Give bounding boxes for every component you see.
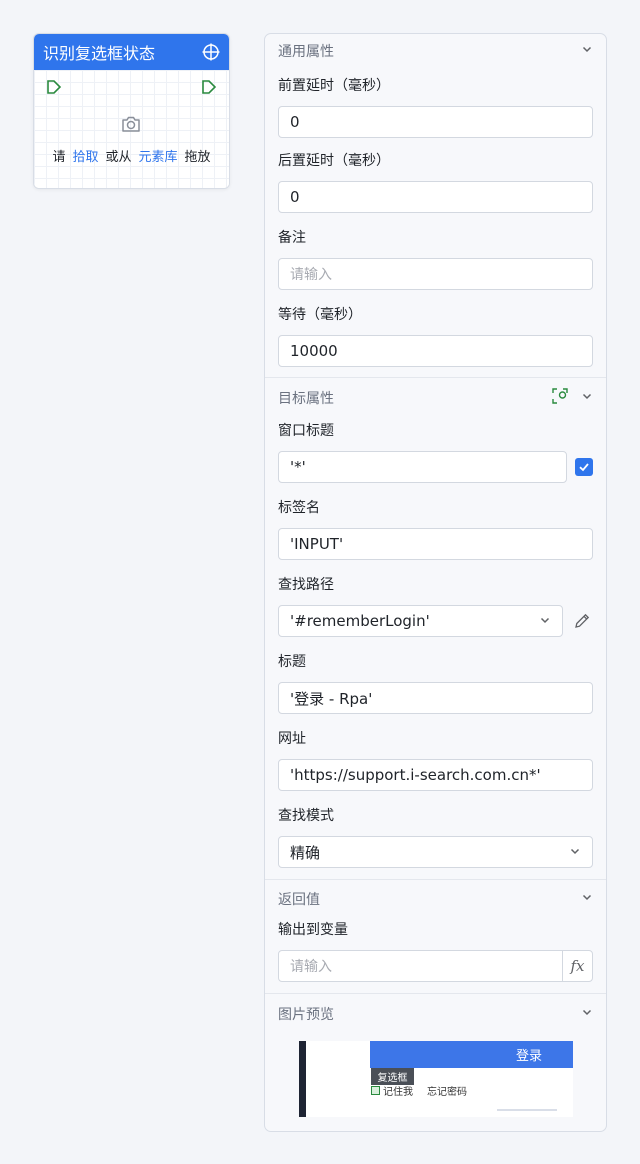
find-path-select[interactable]: '#rememberLogin'	[278, 605, 563, 637]
preview-login-bar: 登录	[370, 1041, 573, 1068]
remark-placeholder: 请输入	[290, 267, 332, 283]
preview-remember-text: 记住我	[383, 1087, 413, 1098]
highlight-element-icon[interactable]	[551, 387, 569, 409]
post-delay-value: 0	[290, 188, 300, 206]
activity-card-body: 请 拾取 或从 元素库 拖放	[34, 70, 229, 188]
url-input[interactable]: 'https://support.i-search.com.cn*'	[278, 759, 593, 791]
preview-checkbox	[371, 1086, 380, 1095]
return-section-header[interactable]: 返回值	[265, 882, 606, 915]
properties-panel: 通用属性 前置延时（毫秒） 0 后置延时（毫秒） 0 备注 请输入 等待（毫秒）…	[264, 33, 607, 1132]
divider	[265, 879, 606, 880]
general-section-header[interactable]: 通用属性	[265, 34, 606, 67]
pick-suffix: 拖放	[184, 150, 211, 165]
crosshair-icon[interactable]	[201, 42, 221, 62]
url-label: 网址	[278, 731, 306, 747]
window-title-value: '*'	[290, 458, 306, 476]
preview-section-header[interactable]: 图片预览	[265, 997, 606, 1030]
post-delay-input[interactable]: 0	[278, 181, 593, 213]
wait-label: 等待（毫秒）	[278, 307, 362, 323]
remark-input[interactable]: 请输入	[278, 258, 593, 290]
element-library-link[interactable]: 元素库	[139, 146, 178, 165]
find-mode-select[interactable]: 精确	[278, 836, 593, 868]
pick-link[interactable]: 拾取	[72, 146, 98, 165]
return-section-title: 返回值	[278, 891, 320, 908]
tag-name-label: 标签名	[278, 500, 320, 516]
wait-value: 10000	[290, 342, 338, 360]
chevron-down-icon[interactable]	[581, 891, 593, 907]
find-path-label: 查找路径	[278, 577, 334, 593]
output-variable-field: 请输入 fx	[278, 950, 593, 982]
pre-delay-label: 前置延时（毫秒）	[278, 78, 390, 94]
activity-card-title: 识别复选框状态	[43, 44, 156, 63]
post-delay-label: 后置延时（毫秒）	[278, 153, 390, 169]
target-section-title: 目标属性	[278, 390, 334, 407]
input-port-icon[interactable]	[46, 79, 62, 95]
camera-icon[interactable]	[120, 113, 142, 135]
output-variable-label: 输出到变量	[278, 922, 348, 938]
activity-card-header[interactable]: 识别复选框状态	[34, 34, 229, 70]
find-mode-value: 精确	[290, 843, 321, 862]
fx-button[interactable]: fx	[562, 951, 592, 981]
find-mode-label: 查找模式	[278, 808, 334, 824]
general-section-title: 通用属性	[278, 43, 334, 60]
chevron-down-icon[interactable]	[581, 1006, 593, 1022]
divider	[265, 993, 606, 994]
chevron-down-icon[interactable]	[581, 390, 593, 406]
preview-faint-line	[497, 1109, 557, 1111]
tag-name-input[interactable]: 'INPUT'	[278, 528, 593, 560]
preview-dark-strip	[299, 1041, 306, 1117]
heading-value: '登录 - Rpa'	[290, 689, 373, 708]
heading-label: 标题	[278, 654, 306, 670]
pick-middle: 或从	[105, 150, 132, 165]
activity-card[interactable]: 识别复选框状态 请 拾取 或从 元素库 拖放	[33, 33, 230, 189]
preview-forgot-text: 忘记密码	[427, 1087, 467, 1098]
pick-prefix: 请	[52, 150, 66, 165]
output-variable-placeholder: 请输入	[290, 959, 332, 975]
tag-name-value: 'INPUT'	[290, 535, 344, 553]
pick-instructions: 请 拾取 或从 元素库 拖放	[34, 146, 229, 165]
window-title-input[interactable]: '*'	[278, 451, 567, 483]
pre-delay-value: 0	[290, 113, 300, 131]
wait-input[interactable]: 10000	[278, 335, 593, 367]
pre-delay-input[interactable]: 0	[278, 106, 593, 138]
chevron-down-icon	[569, 843, 581, 861]
element-preview-image: 登录 复选框 记住我 忘记密码	[299, 1041, 573, 1117]
preview-login-text: 登录	[516, 1049, 543, 1064]
url-value: 'https://support.i-search.com.cn*'	[290, 766, 541, 784]
preview-section-title: 图片预览	[278, 1006, 334, 1023]
heading-input[interactable]: '登录 - Rpa'	[278, 682, 593, 714]
window-title-label: 窗口标题	[278, 423, 334, 439]
remark-label: 备注	[278, 230, 306, 246]
chevron-down-icon[interactable]	[581, 43, 593, 59]
output-port-icon[interactable]	[201, 79, 217, 95]
window-title-checkbox[interactable]	[575, 458, 593, 476]
target-section-header[interactable]: 目标属性	[265, 381, 606, 414]
pencil-icon[interactable]	[571, 610, 593, 632]
chevron-down-icon	[539, 612, 551, 630]
divider	[265, 377, 606, 378]
find-path-value: '#rememberLogin'	[290, 612, 430, 630]
output-variable-input[interactable]: 请输入	[279, 951, 562, 981]
